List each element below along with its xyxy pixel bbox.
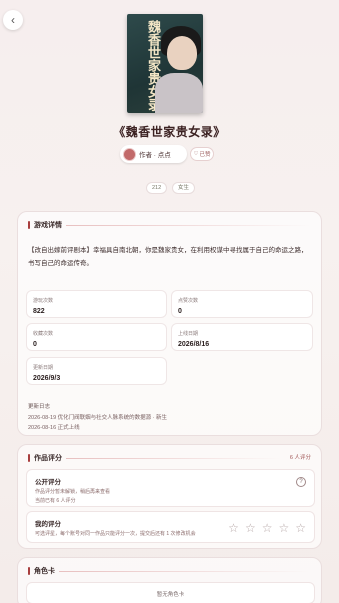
heart-icon: ♡	[193, 151, 199, 157]
book-cover: 魏香世家贵女录	[127, 14, 203, 113]
star-icon[interactable]: ☆	[245, 522, 256, 534]
book-title: 《魏香世家贵女录》	[113, 125, 226, 139]
back-button[interactable]: ‹	[3, 10, 23, 30]
star-icon[interactable]: ☆	[278, 522, 289, 534]
rating-card: 作品评分 6 人评分 公开评分 作品评分暂未解锁，稍后再来查看 当前已有 6 人…	[17, 444, 322, 549]
author-label: 作者 · 点点	[139, 152, 171, 159]
stat-value: 0	[178, 308, 182, 315]
rating-title: 作品评分	[34, 455, 62, 462]
stat-label: 上线日期	[178, 331, 199, 337]
update-log-line: 2026-08-16 正式上线	[28, 425, 80, 431]
author-pill[interactable]: 作者 · 点点	[120, 145, 187, 163]
update-log-line: 2026-08-19 优化门阀联姻与社交人脉系统的数据源 · 新生	[28, 415, 168, 421]
divider	[59, 570, 311, 572]
my-rating-hint: 可选评星，每个账号对同一作品只能评分一次，提交后还有 1 次修改机会	[35, 531, 196, 537]
public-rating-panel: 公开评分 作品评分暂未解锁，稍后再来查看 当前已有 6 人评分 ?	[26, 469, 315, 507]
section-marker	[28, 567, 30, 575]
public-rating-line: 作品评分暂未解锁，稍后再来查看	[35, 489, 111, 495]
stat-release-date: 上线日期 2026/8/16	[171, 323, 313, 351]
role-card-title: 角色卡	[34, 568, 55, 575]
section-marker	[28, 221, 30, 229]
stat-value: 2026/8/16	[178, 341, 210, 348]
details-title: 游戏详情	[34, 222, 62, 229]
stat-label: 更新日期	[33, 365, 54, 371]
game-description: 【改自出嫁前评剧本】幸福具自南北朝，你是魏家贵女，在利用权谋中寻找属于自己的命运…	[28, 247, 308, 267]
stat-label: 游玩次数	[33, 298, 54, 304]
section-marker	[28, 454, 30, 462]
divider	[66, 224, 311, 226]
stat-label: 收藏次数	[33, 331, 54, 337]
details-card: 游戏详情 【改自出嫁前评剧本】幸福具自南北朝，你是魏家贵女，在利用权谋中寻找属于…	[17, 211, 322, 436]
tag-chip[interactable]: 女生	[172, 182, 196, 194]
rating-count: 6 人评分	[289, 455, 311, 461]
role-card-section: 角色卡 暂无角色卡	[17, 557, 322, 603]
divider	[66, 457, 281, 459]
cover-illustration-face	[167, 36, 197, 70]
star-icon[interactable]: ☆	[262, 522, 273, 534]
my-rating-panel: 我的评分 可选评星，每个账号对同一作品只能评分一次，提交后还有 1 次修改机会 …	[26, 511, 315, 543]
like-label: 已赞	[199, 152, 211, 158]
stat-value: 0	[33, 341, 37, 348]
stat-value: 822	[33, 308, 45, 315]
stat-plays: 游玩次数 822	[26, 290, 167, 318]
help-icon[interactable]: ?	[296, 477, 306, 487]
public-rating-title: 公开评分	[35, 479, 61, 486]
role-empty-panel: 暂无角色卡	[26, 582, 315, 603]
star-icon[interactable]: ☆	[228, 522, 239, 534]
stat-favorites: 收藏次数 0	[26, 323, 167, 351]
role-empty-text: 暂无角色卡	[156, 592, 185, 598]
my-rating-title: 我的评分	[35, 521, 61, 528]
cover-illustration-robe	[155, 73, 203, 113]
update-log-title: 更新日志	[28, 404, 51, 410]
stat-value: 2026/9/3	[33, 375, 61, 382]
stat-update-date: 更新日期 2026/9/3	[26, 357, 167, 385]
chevron-left-icon: ‹	[11, 13, 15, 27]
star-icon[interactable]: ☆	[295, 522, 306, 534]
like-button[interactable]: ♡ 已赞	[190, 147, 214, 161]
author-avatar	[123, 147, 136, 161]
stat-likes: 点赞次数 0	[171, 290, 313, 318]
public-rating-line: 当前已有 6 人评分	[35, 498, 76, 504]
star-rating[interactable]: ☆ ☆ ☆ ☆ ☆	[228, 522, 306, 534]
stat-label: 点赞次数	[178, 298, 199, 304]
tag-chip[interactable]: 212	[146, 182, 168, 194]
